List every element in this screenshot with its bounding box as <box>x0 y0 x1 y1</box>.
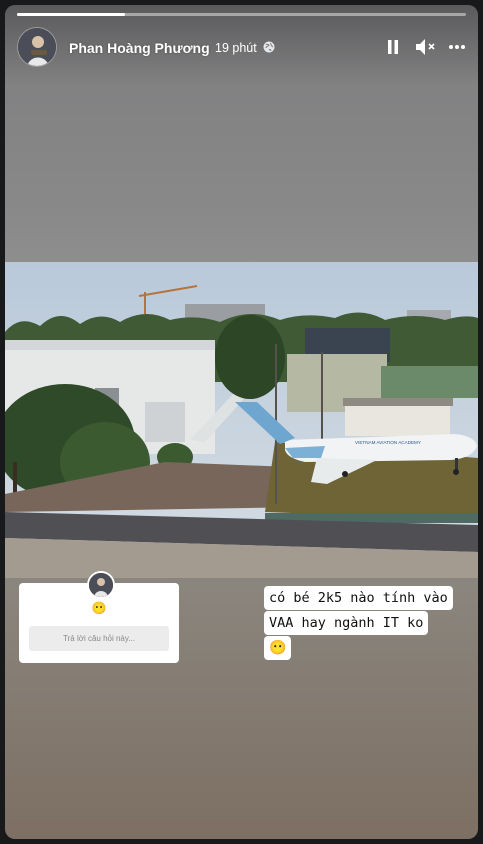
author-avatar[interactable] <box>17 27 57 67</box>
reply-question-input[interactable]: Trả lời câu hỏi này... <box>29 626 169 651</box>
caption-line-1: có bé 2k5 nào tính vào <box>264 586 453 610</box>
question-emoji: 😶 <box>91 601 107 615</box>
speaker-muted-icon[interactable] <box>413 37 439 57</box>
question-avatar-image <box>89 573 113 597</box>
caption-line-2: VAA hay ngành IT ko <box>264 611 429 635</box>
more-icon[interactable] <box>447 37 467 57</box>
story-progress-fill <box>17 13 125 16</box>
pause-icon[interactable] <box>383 37 403 57</box>
caption-emoji: 😶 <box>264 636 292 660</box>
story-viewer: Phan Hoàng Phương 19 phút VIETNAM AVIATI… <box>5 5 478 839</box>
story-photo: VIETNAM AVIATION ACADEMY <box>5 262 478 578</box>
avatar-image <box>18 28 56 66</box>
story-progress-bar <box>17 13 466 16</box>
author-name[interactable]: Phan Hoàng Phương <box>69 40 210 56</box>
plane-livery-text: VIETNAM AVIATION ACADEMY <box>355 440 421 445</box>
question-avatar <box>87 571 115 599</box>
globe-icon <box>263 41 275 53</box>
post-time: 19 phút <box>215 41 257 55</box>
